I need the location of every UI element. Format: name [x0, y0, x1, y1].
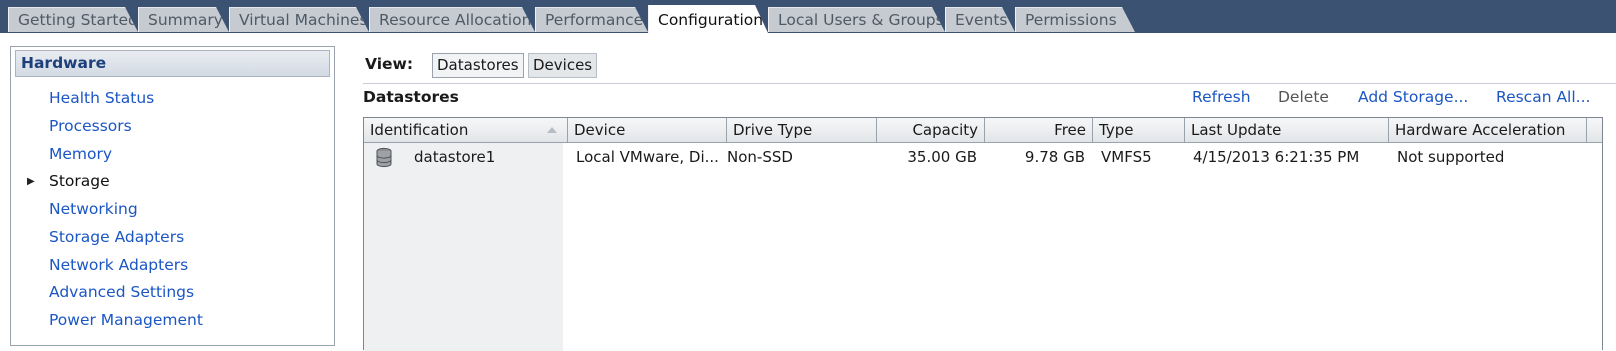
- tab-configuration[interactable]: Configuration: [648, 5, 768, 33]
- cell-last-update: 4/15/2013 6:21:35 PM: [1193, 148, 1360, 166]
- tab-performance[interactable]: Performance: [535, 7, 648, 32]
- hardware-item-storage[interactable]: Storage: [49, 172, 110, 190]
- tab-resource-allocation[interactable]: Resource Allocation: [369, 7, 535, 32]
- column-header-type[interactable]: Type: [1093, 118, 1185, 142]
- refresh-link[interactable]: Refresh: [1192, 88, 1251, 106]
- tab-local-users-groups[interactable]: Local Users & Groups: [768, 7, 945, 32]
- tab-virtual-machines[interactable]: Virtual Machines: [229, 7, 369, 32]
- view-label: View:: [365, 55, 414, 73]
- view-datastores-button[interactable]: Datastores: [432, 53, 524, 78]
- column-header-identification[interactable]: Identification: [364, 118, 568, 142]
- datastores-table: Identification Device Drive Type Capacit…: [363, 117, 1603, 351]
- column-header-drive-type[interactable]: Drive Type: [727, 118, 877, 142]
- table-header: Identification Device Drive Type Capacit…: [364, 118, 1602, 143]
- cell-identification: datastore1: [414, 148, 496, 166]
- column-header-free[interactable]: Free: [985, 118, 1093, 142]
- hardware-item-power-management[interactable]: Power Management: [49, 311, 203, 329]
- view-devices-button[interactable]: Devices: [528, 53, 598, 78]
- caret-right-icon: ▶: [27, 176, 35, 187]
- sorted-column-shade: [364, 143, 563, 351]
- tab-bar: Getting Started Summary Virtual Machines…: [0, 0, 1616, 33]
- add-storage-link[interactable]: Add Storage...: [1358, 88, 1468, 106]
- column-header-last-update[interactable]: Last Update: [1185, 118, 1389, 142]
- column-header-device[interactable]: Device: [568, 118, 727, 142]
- hardware-panel: Hardware Health Status Processors Memory…: [10, 46, 335, 346]
- rescan-all-link[interactable]: Rescan All...: [1496, 88, 1590, 106]
- hardware-panel-title: Hardware: [15, 50, 330, 77]
- cell-free: 9.78 GB: [1024, 148, 1085, 166]
- tab-permissions[interactable]: Permissions: [1015, 7, 1135, 32]
- column-label: Identification: [370, 121, 469, 139]
- tab-getting-started[interactable]: Getting Started: [8, 7, 138, 32]
- delete-link[interactable]: Delete: [1278, 88, 1329, 106]
- hardware-item-processors[interactable]: Processors: [49, 117, 132, 135]
- cell-drive-type: Non-SSD: [727, 148, 793, 166]
- cell-hardware-acceleration: Not supported: [1397, 148, 1505, 166]
- hardware-item-networking[interactable]: Networking: [49, 200, 138, 218]
- hardware-item-advanced-settings[interactable]: Advanced Settings: [49, 283, 194, 301]
- cell-capacity: 35.00 GB: [907, 148, 977, 166]
- hardware-item-memory[interactable]: Memory: [49, 145, 112, 163]
- tab-summary[interactable]: Summary: [138, 7, 229, 32]
- sort-ascending-icon: [547, 127, 557, 133]
- cell-type: VMFS5: [1101, 148, 1152, 166]
- column-header-capacity[interactable]: Capacity: [877, 118, 985, 142]
- table-row[interactable]: datastore1 Local VMware, Di... Non-SSD 3…: [364, 143, 1602, 171]
- tab-events[interactable]: Events: [945, 7, 1015, 32]
- hardware-item-health-status[interactable]: Health Status: [49, 89, 154, 107]
- hardware-item-network-adapters[interactable]: Network Adapters: [49, 256, 188, 274]
- cell-device: Local VMware, Di...: [576, 148, 719, 166]
- column-header-hardware-acceleration[interactable]: Hardware Acceleration: [1389, 118, 1587, 142]
- divider: [363, 83, 1616, 84]
- hardware-item-storage-adapters[interactable]: Storage Adapters: [49, 228, 184, 246]
- datastores-title: Datastores: [363, 88, 459, 106]
